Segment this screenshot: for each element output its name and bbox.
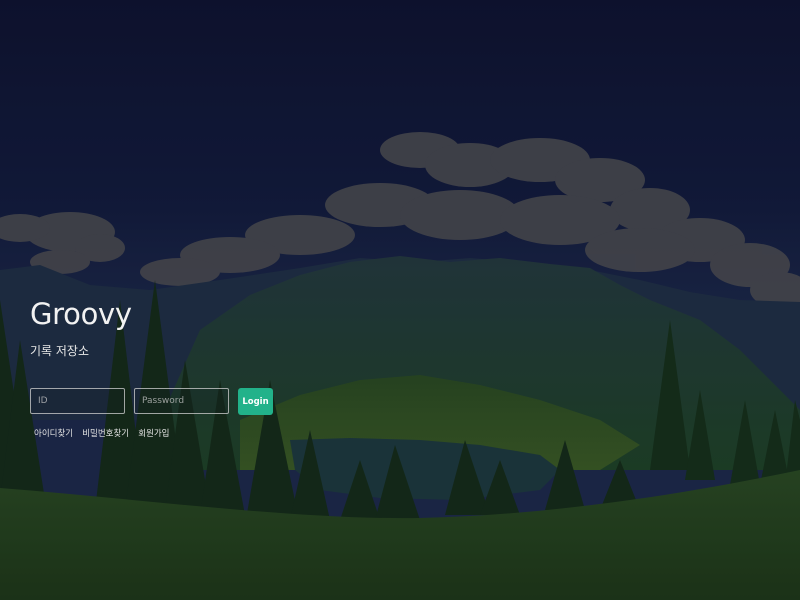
app-subtitle: 기록 저장소 bbox=[30, 344, 90, 358]
find-password-link[interactable]: 비밀번호찾기 bbox=[82, 429, 129, 439]
login-panel: Groovy 기록 저장소 Login 아이디찾기 비밀번호찾기 회원가입 bbox=[30, 294, 330, 439]
login-page: Groovy 기록 저장소 Login 아이디찾기 비밀번호찾기 회원가입 bbox=[0, 0, 800, 600]
account-links: 아이디찾기 비밀번호찾기 회원가입 bbox=[34, 421, 174, 440]
find-id-link[interactable]: 아이디찾기 bbox=[34, 429, 73, 439]
id-input[interactable] bbox=[30, 388, 125, 414]
password-input[interactable] bbox=[134, 388, 229, 414]
signup-link[interactable]: 회원가입 bbox=[138, 429, 169, 439]
app-title: Groovy bbox=[30, 297, 132, 331]
login-form: Login bbox=[30, 388, 290, 415]
login-button[interactable]: Login bbox=[238, 388, 273, 415]
